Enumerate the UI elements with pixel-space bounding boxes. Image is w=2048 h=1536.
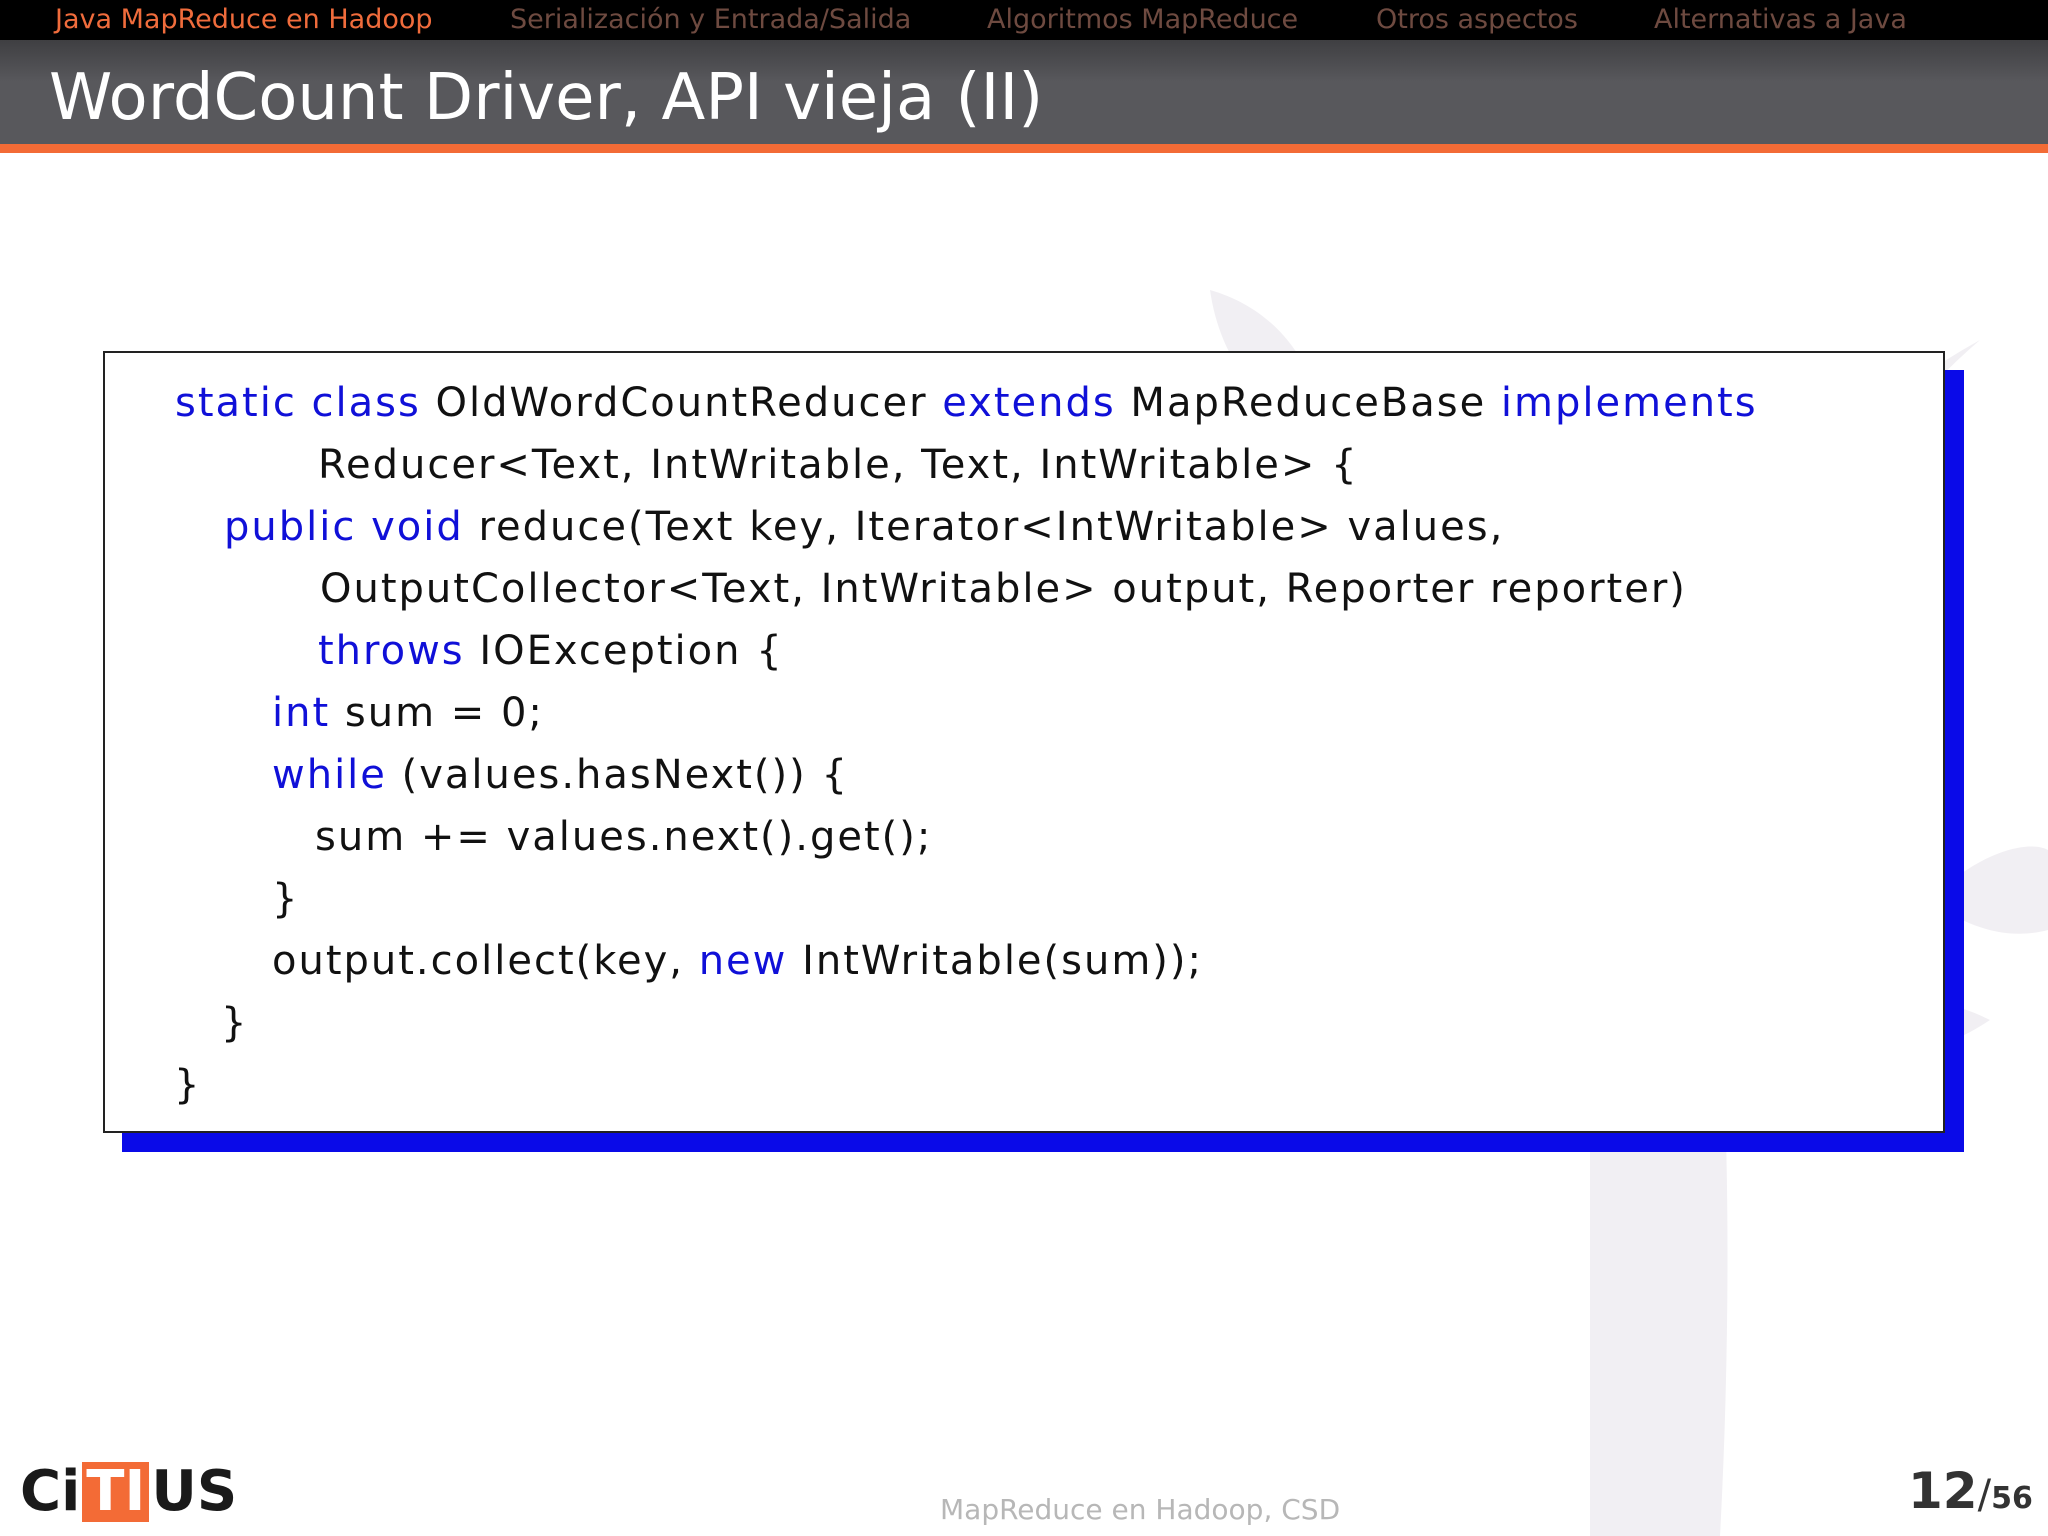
logo-part-highlight: TI: [82, 1462, 150, 1522]
code-line: output.collect(key, new IntWritable(sum)…: [272, 935, 1203, 987]
slide-title: WordCount Driver, API vieja (II): [49, 61, 1044, 135]
code-text: }: [272, 876, 300, 922]
logo-part: Ci: [20, 1459, 81, 1524]
code-text: OutputCollector<Text, IntWritable> outpu…: [320, 566, 1687, 612]
code-text: sum = 0;: [330, 690, 544, 736]
code-line: Reducer<Text, IntWritable, Text, IntWrit…: [318, 439, 1359, 491]
code-line: while (values.hasNext()) {: [272, 749, 849, 801]
code-keyword: int: [272, 690, 331, 736]
code-text: IOException {: [464, 628, 784, 674]
code-text: IntWritable(sum));: [787, 938, 1203, 984]
code-text: reduce(Text key, Iterator<IntWritable> v…: [463, 504, 1505, 550]
nav-item-algoritmos[interactable]: Algoritmos MapReduce: [987, 0, 1298, 40]
code-line: }: [174, 1059, 201, 1111]
code-line: }: [272, 873, 299, 925]
page-current: 12: [1908, 1462, 1978, 1520]
code-listing: static class OldWordCountReducer extends…: [103, 351, 1945, 1133]
code-line: throws IOException {: [318, 625, 784, 677]
code-keyword: while: [272, 752, 387, 798]
code-keyword: extends: [942, 380, 1116, 426]
page-number: 12/56: [1908, 1462, 2033, 1520]
nav-item-alternativas[interactable]: Alternativas a Java: [1654, 0, 1907, 40]
code-keyword: implements: [1500, 380, 1758, 426]
code-keyword: public: [224, 504, 357, 550]
logo-part: US: [151, 1459, 238, 1524]
code-keyword: class: [311, 380, 421, 426]
code-line: public void reduce(Text key, Iterator<In…: [224, 501, 1504, 553]
page-separator: /: [1977, 1472, 1992, 1518]
code-line: }: [221, 997, 248, 1049]
title-accent-rule: [0, 144, 2048, 153]
code-line: int sum = 0;: [272, 687, 544, 739]
page-total: 56: [1991, 1481, 2033, 1516]
code-text: sum += values.next().get();: [315, 814, 933, 860]
nav-item-otros-aspectos[interactable]: Otros aspectos: [1376, 0, 1578, 40]
code-line: static class OldWordCountReducer extends…: [175, 377, 1758, 429]
code-line: sum += values.next().get();: [315, 811, 932, 863]
title-bar: WordCount Driver, API vieja (II): [0, 40, 2048, 144]
code-text: (values.hasNext()) {: [386, 752, 849, 798]
code-text: }: [221, 1000, 249, 1046]
code-text: }: [174, 1062, 202, 1108]
code-line: OutputCollector<Text, IntWritable> outpu…: [320, 563, 1687, 615]
code-keyword: throws: [318, 628, 465, 674]
code-text: MapReduceBase: [1115, 380, 1501, 426]
code-keyword: void: [371, 504, 464, 550]
code-keyword: new: [698, 938, 788, 984]
code-text: Reducer<Text, IntWritable, Text, IntWrit…: [318, 442, 1359, 488]
section-navbar: Java MapReduce en Hadoop Serialización y…: [0, 0, 2048, 40]
nav-item-serializacion[interactable]: Serialización y Entrada/Salida: [510, 0, 911, 40]
footer-title: MapReduce en Hadoop, CSD: [940, 1493, 1341, 1526]
code-text: output.collect(key,: [272, 938, 699, 984]
code-text: OldWordCountReducer: [420, 380, 943, 426]
citius-logo: Ci TI US: [20, 1460, 237, 1524]
code-keyword: static: [175, 380, 297, 426]
nav-item-java-mapreduce[interactable]: Java MapReduce en Hadoop: [55, 0, 433, 40]
